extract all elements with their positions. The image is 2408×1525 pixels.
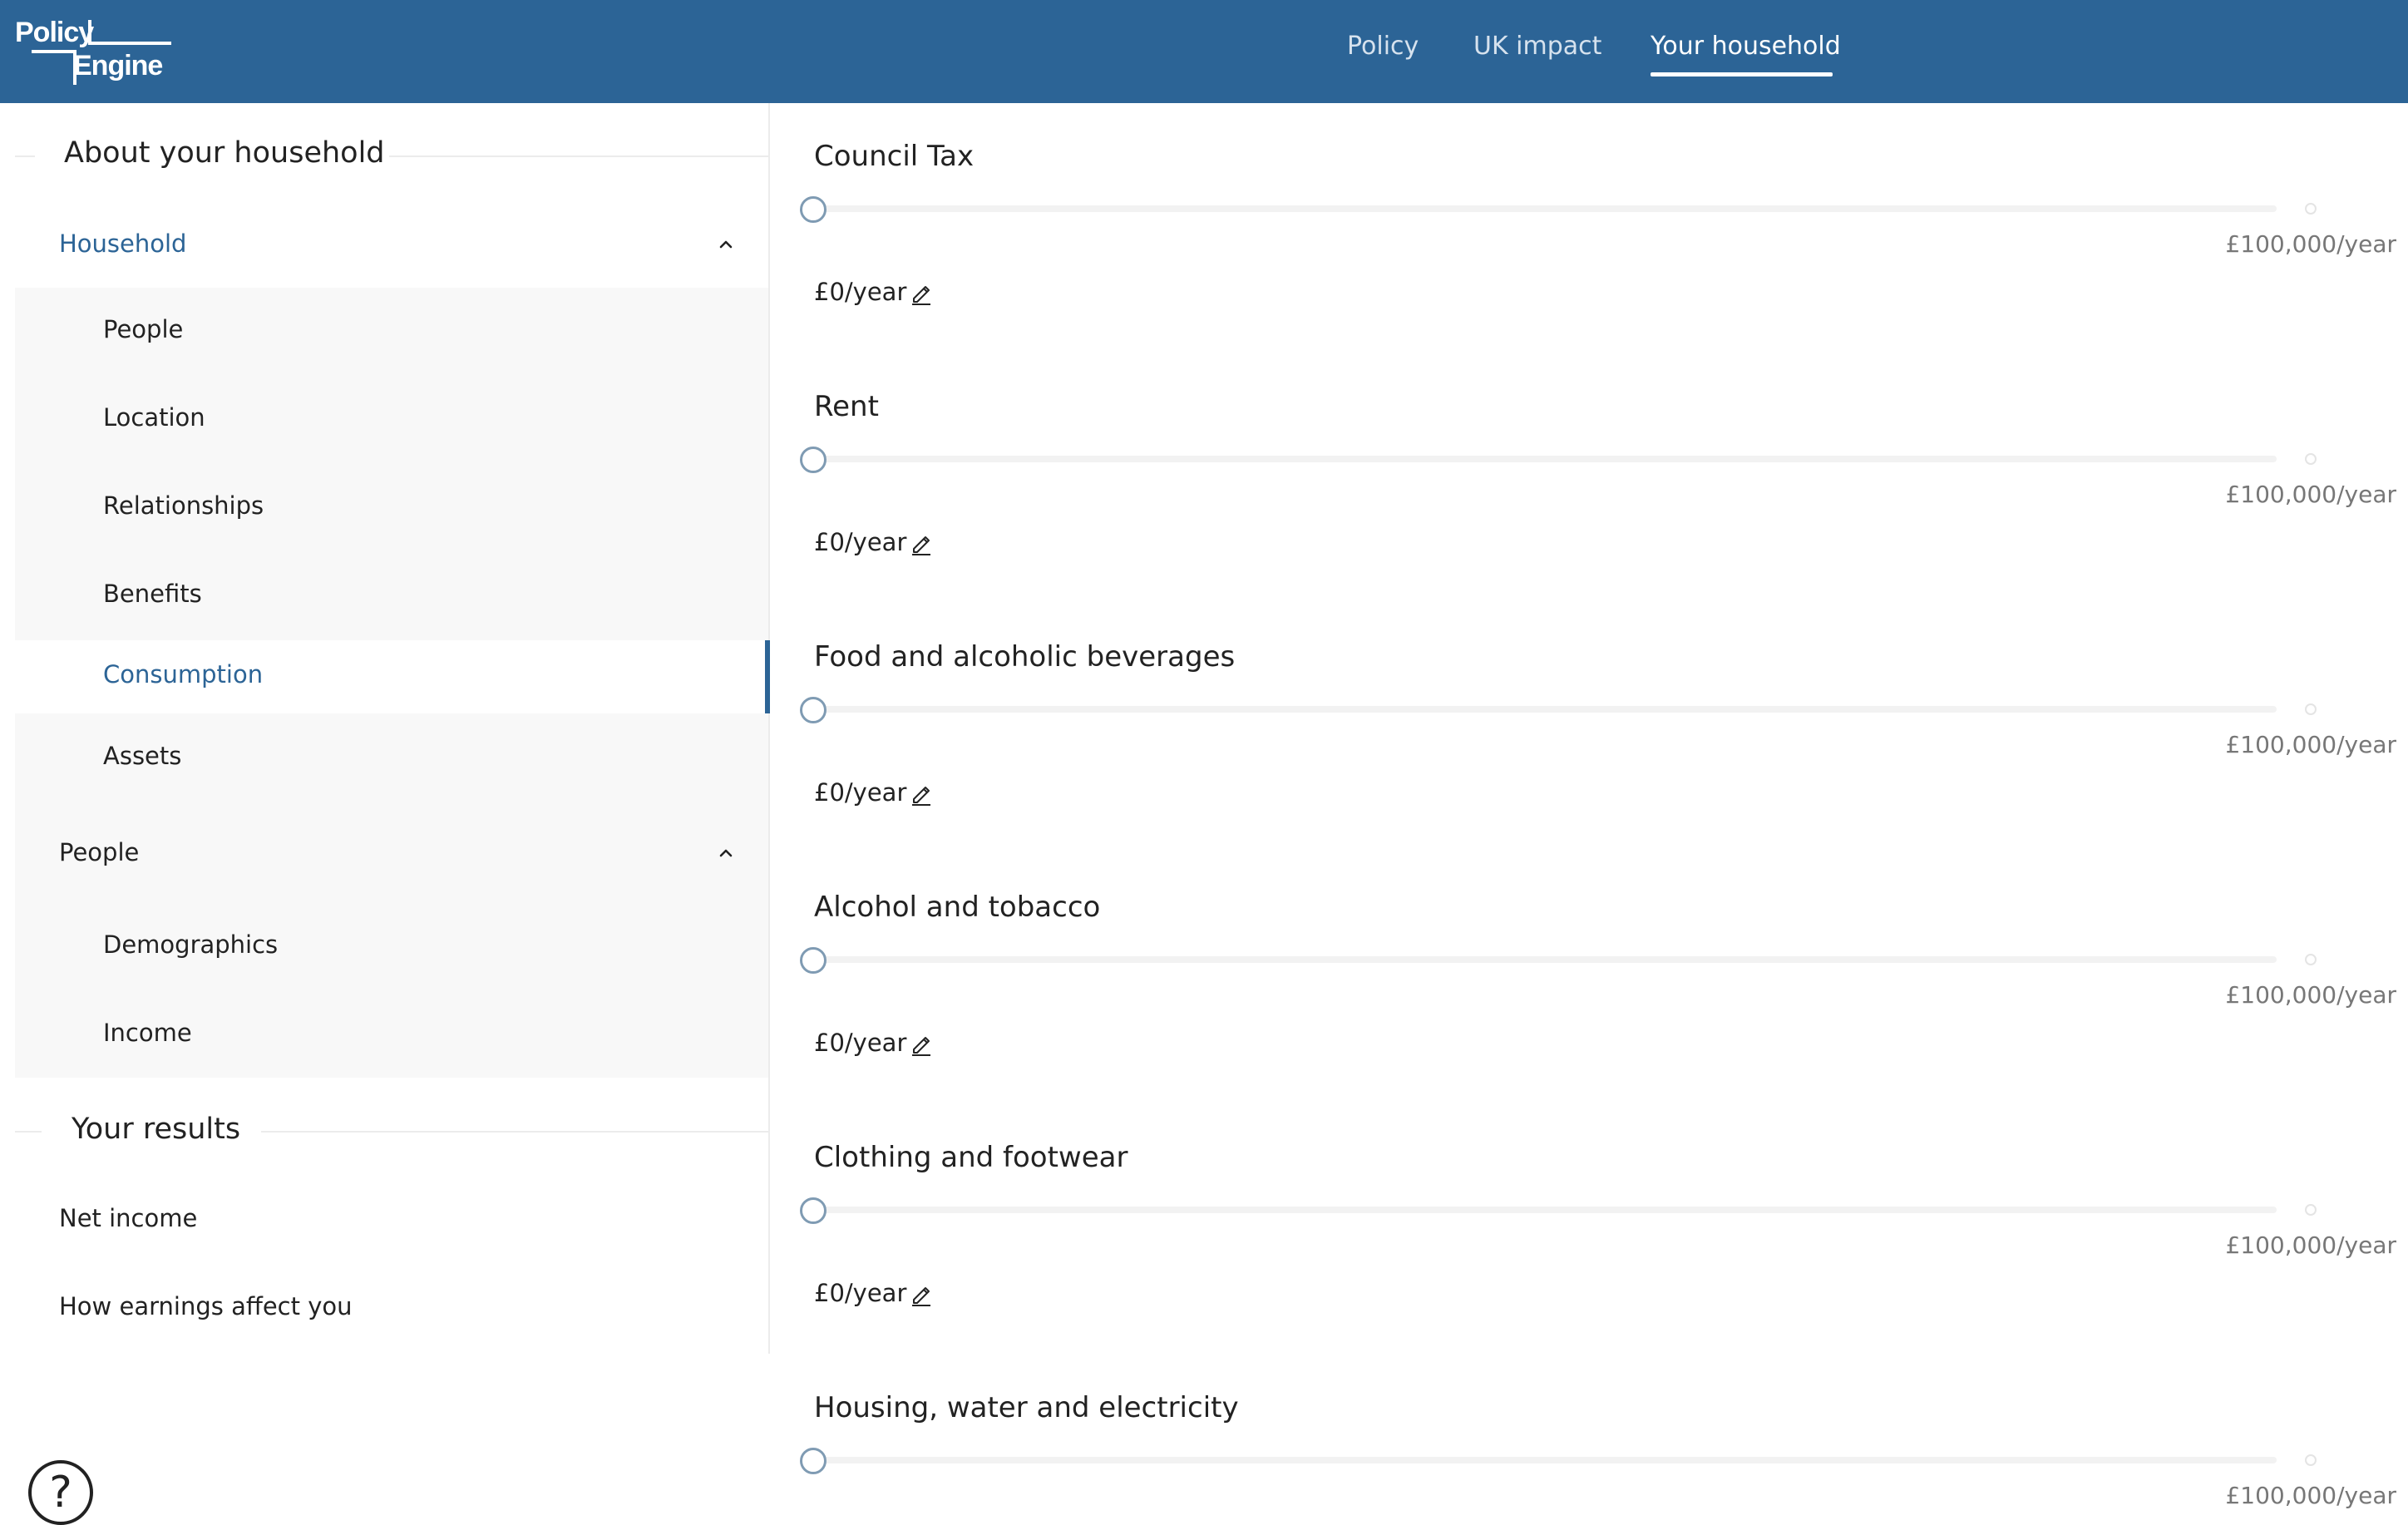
value-row: £0/year — [814, 1279, 930, 1312]
value-row: £0/year — [814, 528, 930, 561]
slider-max-mark — [2305, 203, 2317, 215]
field-alcohol-and-tobacco: Alcohol and tobacco £100,000/year £0/yea… — [770, 854, 2408, 1103]
sidebar-item-label: Income — [103, 1019, 192, 1047]
value-row: £0/year — [814, 778, 930, 812]
sidebar-group-people[interactable]: People — [15, 813, 768, 893]
slider-thumb[interactable] — [800, 947, 827, 974]
slider-max-mark — [2305, 453, 2317, 465]
sidebar-item-consumption[interactable]: Consumption — [15, 640, 770, 713]
field-title: Rent — [814, 390, 879, 423]
section-divider — [15, 155, 35, 157]
sidebar-item-label: Location — [103, 403, 205, 432]
slider-track[interactable] — [813, 1207, 2277, 1213]
sidebar-item-label: People — [103, 315, 184, 343]
field-title: Food and alcoholic beverages — [814, 640, 1236, 674]
sidebar-item-how-earnings-affect-you[interactable]: How earnings affect you — [59, 1292, 352, 1320]
nav-active-underline — [1651, 72, 1833, 76]
pencil-icon[interactable] — [909, 1282, 934, 1307]
slider-thumb[interactable] — [800, 1197, 827, 1224]
consumption-form: Council Tax £100,000/year £0/year Rent £… — [770, 103, 2408, 1520]
logo-bar — [88, 42, 171, 45]
nav-policy[interactable]: Policy — [1347, 32, 1419, 61]
field-title: Housing, water and electricity — [814, 1391, 1239, 1424]
value-row: £0/year — [814, 1029, 930, 1062]
chevron-up-icon — [719, 849, 733, 857]
field-council-tax: Council Tax £100,000/year £0/year — [770, 103, 2408, 353]
sidebar-group-label: People — [59, 838, 140, 866]
field-value: £0/year — [814, 528, 907, 556]
field-housing-water-and-electricity: Housing, water and electricity £100,000/… — [770, 1355, 2408, 1520]
sidebar: About your household Household People Lo… — [15, 103, 770, 1354]
field-value: £0/year — [814, 1029, 907, 1057]
sidebar-item-location[interactable]: Location — [15, 376, 768, 464]
nav-your-household[interactable]: Your household — [1651, 32, 1841, 61]
field-value: £0/year — [814, 778, 907, 807]
section-divider — [389, 155, 770, 157]
slider-max-label: £100,000/year — [2225, 1482, 2396, 1509]
logo-word-policy: Policy — [15, 17, 94, 48]
sidebar-item-label: Benefits — [103, 580, 202, 608]
sidebar-item-people[interactable]: People — [15, 288, 768, 376]
value-row: £0/year — [814, 278, 930, 311]
sidebar-item-label: Consumption — [103, 660, 264, 688]
sidebar-item-demographics[interactable]: Demographics — [15, 903, 768, 991]
sidebar-item-benefits[interactable]: Benefits — [15, 552, 768, 640]
slider-max-label: £100,000/year — [2225, 1231, 2396, 1259]
slider-track[interactable] — [813, 706, 2277, 713]
sidebar-item-relationships[interactable]: Relationships — [15, 464, 768, 552]
sidebar-people-items: Demographics Income — [15, 903, 768, 1078]
slider-track[interactable] — [813, 1457, 2277, 1463]
policyengine-logo[interactable]: Policy Engine — [15, 17, 171, 88]
section-title-about: About your household — [64, 136, 385, 170]
field-title: Alcohol and tobacco — [814, 891, 1101, 924]
section-divider — [261, 1131, 770, 1133]
slider-max-mark — [2305, 954, 2317, 965]
slider-track[interactable] — [813, 456, 2277, 462]
slider-max-mark — [2305, 1204, 2317, 1216]
chevron-up-icon — [719, 240, 733, 249]
slider-track[interactable] — [813, 956, 2277, 963]
slider-track[interactable] — [813, 205, 2277, 212]
top-navbar: Policy Engine Policy UK impact Your hous… — [0, 0, 2408, 103]
slider-thumb[interactable] — [800, 697, 827, 723]
field-food-and-alcoholic-beverages: Food and alcoholic beverages £100,000/ye… — [770, 604, 2408, 853]
sidebar-group-label: Household — [59, 229, 187, 258]
sidebar-item-income[interactable]: Income — [15, 991, 768, 1079]
field-title: Clothing and footwear — [814, 1141, 1128, 1174]
sidebar-item-label: Relationships — [103, 491, 264, 520]
nav-uk-impact[interactable]: UK impact — [1473, 32, 1601, 61]
slider-max-label: £100,000/year — [2225, 481, 2396, 508]
field-clothing-and-footwear: Clothing and footwear £100,000/year £0/y… — [770, 1104, 2408, 1354]
field-rent: Rent £100,000/year £0/year — [770, 353, 2408, 603]
sidebar-item-label: Assets — [103, 742, 182, 770]
slider-thumb[interactable] — [800, 447, 827, 473]
section-title-results: Your results — [72, 1113, 241, 1146]
sidebar-item-label: Demographics — [103, 930, 279, 959]
slider-max-mark — [2305, 1454, 2317, 1466]
logo-bar — [32, 50, 76, 53]
slider-max-mark — [2305, 703, 2317, 715]
field-value: £0/year — [814, 278, 907, 306]
field-title: Council Tax — [814, 140, 975, 173]
pencil-icon[interactable] — [909, 1032, 934, 1057]
slider-max-label: £100,000/year — [2225, 230, 2396, 258]
sidebar-group-household[interactable]: Household — [15, 205, 768, 284]
section-divider — [15, 1131, 42, 1133]
slider-thumb[interactable] — [800, 1448, 827, 1474]
slider-thumb[interactable] — [800, 196, 827, 223]
pencil-icon[interactable] — [909, 281, 934, 306]
logo-word-engine: Engine — [73, 50, 163, 81]
help-icon[interactable]: ? — [28, 1460, 93, 1525]
sidebar-item-assets[interactable]: Assets — [15, 713, 768, 808]
slider-max-label: £100,000/year — [2225, 981, 2396, 1009]
pencil-icon[interactable] — [909, 782, 934, 807]
sidebar-item-net-income[interactable]: Net income — [59, 1204, 197, 1232]
slider-max-label: £100,000/year — [2225, 731, 2396, 758]
field-value: £0/year — [814, 1279, 907, 1307]
pencil-icon[interactable] — [909, 531, 934, 556]
